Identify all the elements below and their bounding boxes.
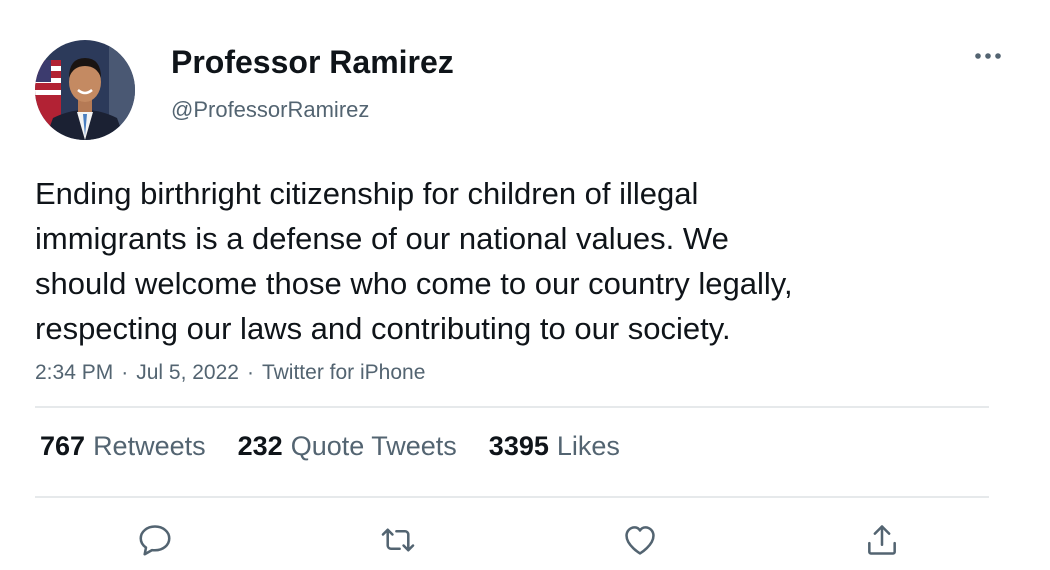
- avatar[interactable]: [35, 40, 135, 140]
- tweet-date[interactable]: Jul 5, 2022: [136, 361, 239, 384]
- author-handle[interactable]: @ProfessorRamirez: [171, 97, 369, 123]
- meta-separator: ·: [246, 361, 254, 384]
- likes-stat[interactable]: 3395 Likes: [489, 431, 620, 462]
- divider-top: [35, 406, 989, 408]
- reply-bubble-icon: [139, 525, 171, 556]
- avatar-photo: [35, 40, 135, 140]
- retweets-count: 767: [40, 431, 86, 461]
- reply-button[interactable]: [133, 518, 177, 562]
- divider-bottom: [35, 496, 989, 498]
- like-button[interactable]: [618, 518, 662, 562]
- tweet-stats: 767 Retweets 232 Quote Tweets 3395 Likes: [40, 431, 620, 462]
- tweet-meta: 2:34 PM · Jul 5, 2022 · Twitter for iPhone: [35, 361, 425, 385]
- more-options-button[interactable]: [970, 40, 1006, 72]
- tweet-time[interactable]: 2:34 PM: [35, 361, 113, 384]
- meta-separator: ·: [121, 361, 129, 384]
- share-button[interactable]: [860, 518, 904, 562]
- retweet-icon: [381, 528, 415, 552]
- tweet-source[interactable]: Twitter for iPhone: [262, 361, 425, 384]
- likes-count: 3395: [488, 431, 549, 461]
- quote-tweets-label: Quote Tweets: [290, 431, 457, 461]
- retweet-button[interactable]: [376, 518, 420, 562]
- retweets-label: Retweets: [93, 431, 206, 461]
- quote-tweets-stat[interactable]: 232 Quote Tweets: [238, 431, 457, 462]
- share-upload-icon: [868, 525, 896, 555]
- author-display-name[interactable]: Professor Ramirez: [171, 44, 454, 81]
- likes-label: Likes: [556, 431, 620, 461]
- retweets-stat[interactable]: 767 Retweets: [40, 431, 206, 462]
- heart-icon: [625, 526, 655, 555]
- more-horizontal-icon: [975, 53, 1001, 59]
- tweet-text: Ending birthright citizenship for childr…: [35, 176, 793, 346]
- quote-tweets-count: 232: [237, 431, 283, 461]
